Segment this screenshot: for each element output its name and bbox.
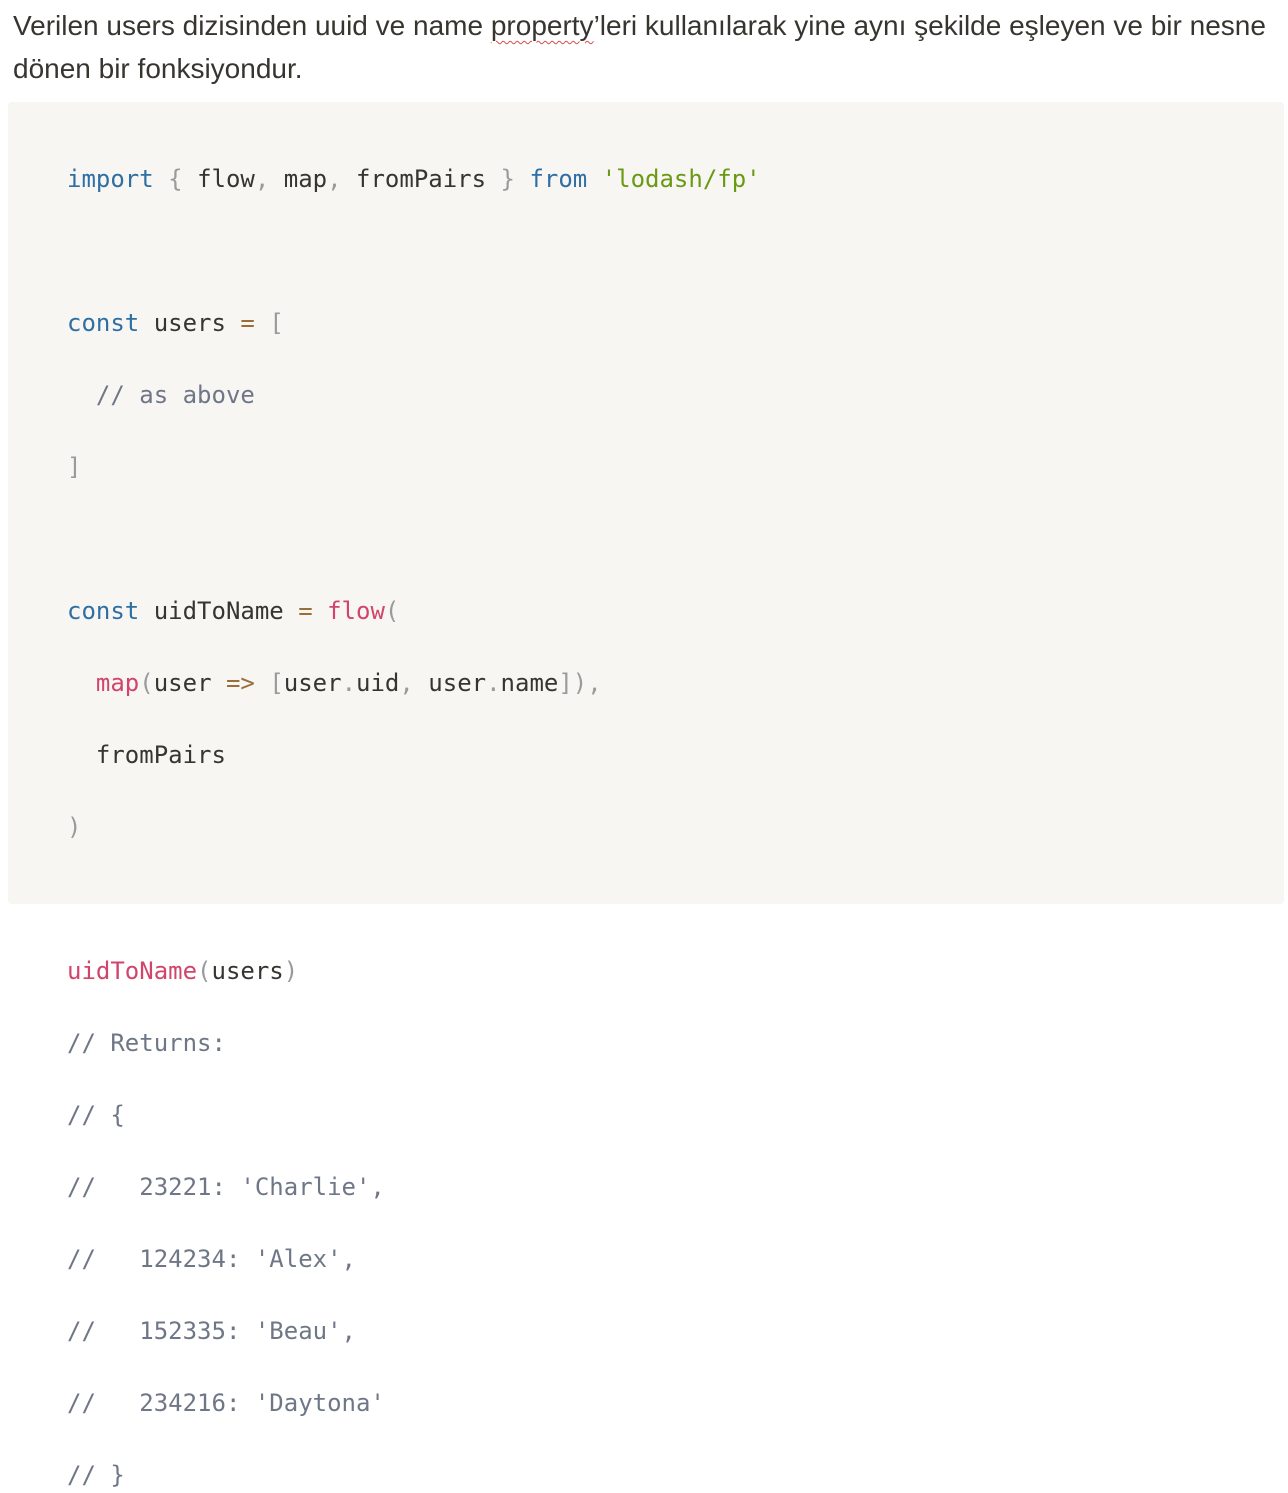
punct-paren-close: ) <box>283 957 299 985</box>
paragraph-text-start: Verilen users dizisinden uuid ve name <box>13 10 491 41</box>
punct-paren-open: ( <box>197 957 212 985</box>
punct-paren-close: ) <box>67 813 82 841</box>
import-frompairs: fromPairs <box>356 165 487 193</box>
punct-dot: . <box>486 669 501 697</box>
code-line-comment: // Returns: <box>67 1029 226 1057</box>
code-line-users-decl: const users = [ <box>67 305 761 341</box>
code-line-comment: // 124234: 'Alex', <box>67 1245 356 1273</box>
punct-comma: , <box>327 165 342 193</box>
user-object: user <box>283 669 342 697</box>
operator-arrow: => <box>225 669 255 697</box>
property-name: name <box>500 669 559 697</box>
uidtoname-variable: uidToName <box>153 597 284 625</box>
code-line-import: import { flow, map, fromPairs } from 'lo… <box>67 161 761 197</box>
punct-paren-open: ( <box>139 669 154 697</box>
code-line-bracket-close: ] <box>67 449 761 485</box>
comment-as-above: // as above <box>95 381 255 409</box>
code-line-comment: // 234216: 'Daytona' <box>67 1389 385 1417</box>
map-call: map <box>95 669 140 697</box>
punct-paren-open: ( <box>384 597 400 625</box>
punct-brace-close: } <box>500 165 515 193</box>
flow-call: flow <box>327 597 385 625</box>
keyword-from: from <box>529 165 588 193</box>
property-uid: uid <box>356 669 400 697</box>
operator-equals: = <box>240 309 255 337</box>
param-user: user <box>153 669 212 697</box>
code-line-frompairs: fromPairs <box>67 737 761 773</box>
punct-bracket-open: [ <box>269 309 284 337</box>
keyword-const: const <box>67 597 140 625</box>
code-line-map: map(user => [user.uid, user.name]), <box>67 665 761 701</box>
punct-dot: . <box>341 669 357 697</box>
code-line-comment: // as above <box>67 377 761 413</box>
spellcheck-flagged-word[interactable]: property <box>491 10 594 41</box>
code-block[interactable]: import { flow, map, fromPairs } from 'lo… <box>8 102 1284 1489</box>
code-line-paren-close: ) <box>67 809 761 845</box>
code-line-comment: // { <box>67 1101 125 1129</box>
code-line-comment: // 152335: 'Beau', <box>67 1317 356 1345</box>
uidtoname-call: uidToName <box>67 957 198 985</box>
operator-equals: = <box>298 597 313 625</box>
keyword-const: const <box>67 309 140 337</box>
frompairs-arg: fromPairs <box>95 741 226 769</box>
users-variable: users <box>153 309 226 337</box>
code-line-uidtoname-decl: const uidToName = flow( <box>67 593 761 629</box>
punct-comma: , <box>399 669 414 697</box>
punct-close-map: ]), <box>558 669 602 697</box>
punct-brace-open: { <box>168 165 183 193</box>
punct-comma: , <box>254 165 270 193</box>
module-string: 'lodash/fp' <box>601 165 761 193</box>
keyword-import: import <box>67 165 154 193</box>
description-paragraph: Verilen users dizisinden uuid ve name pr… <box>13 4 1275 90</box>
code-content: import { flow, map, fromPairs } from 'lo… <box>67 161 761 1493</box>
code-line-call: uidToName(users) <box>67 953 761 989</box>
import-map: map <box>283 165 328 193</box>
call-arg-users: users <box>211 957 284 985</box>
code-line-comment: // } <box>67 1461 125 1489</box>
punct-bracket-close: ] <box>67 453 82 481</box>
punct-bracket-open: [ <box>269 669 284 697</box>
import-flow: flow <box>197 165 255 193</box>
code-line-comment: // 23221: 'Charlie', <box>67 1173 385 1201</box>
user-object: user <box>428 669 487 697</box>
